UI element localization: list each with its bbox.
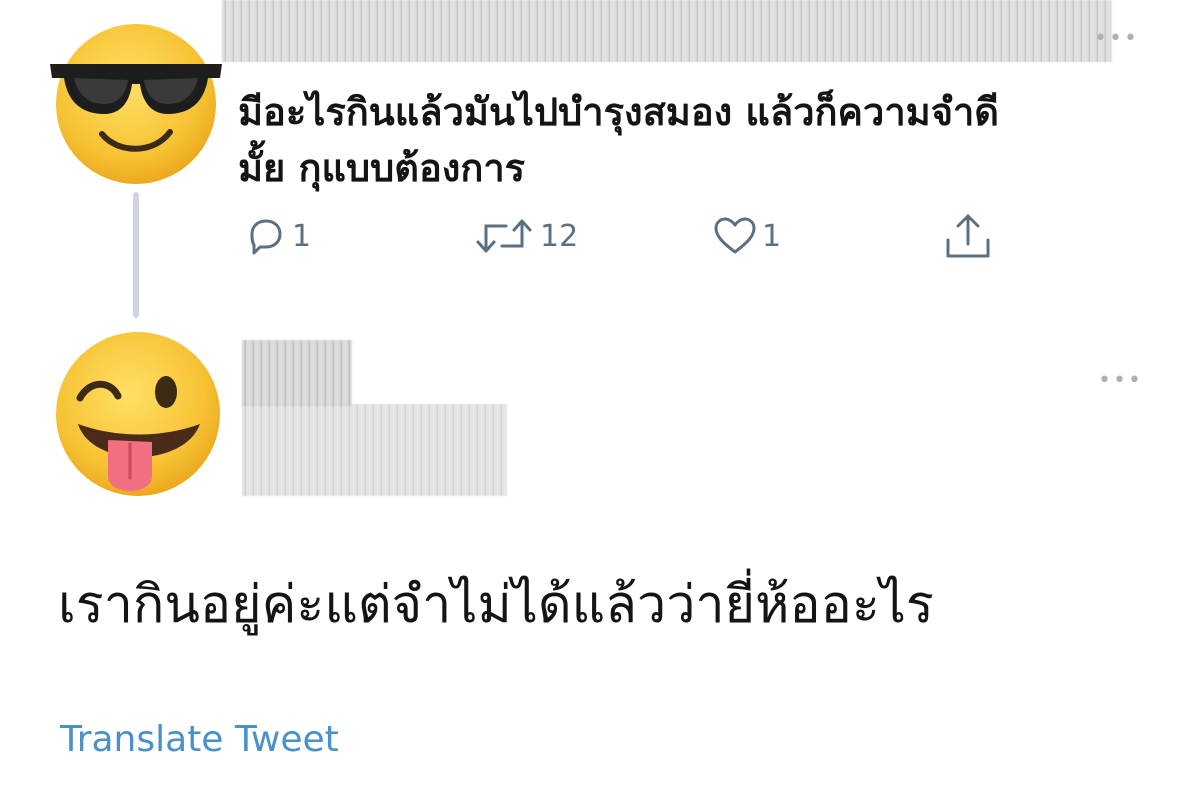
more-options-button[interactable]: ••• xyxy=(1098,370,1143,392)
tweet-text-line: มีอะไรกินแล้วมันไปบำรุงสมอง แล้วก็ความจำ… xyxy=(238,90,999,134)
reply-button[interactable]: 1 xyxy=(244,216,311,256)
translate-tweet-link[interactable]: Translate Tweet xyxy=(60,718,339,762)
redacted-username xyxy=(222,0,1112,62)
sunglasses-emoji-icon xyxy=(50,24,222,184)
ellipsis-icon: ••• xyxy=(1094,26,1139,51)
tweet-text: มีอะไรกินแล้วมันไปบำรุงสมอง แล้วก็ความจำ… xyxy=(238,84,1138,196)
retweet-button[interactable]: 12 xyxy=(472,216,578,256)
user-avatar-winking-emoji[interactable] xyxy=(52,328,224,500)
more-options-button[interactable]: ••• xyxy=(1094,28,1139,50)
winking-tongue-emoji-icon xyxy=(56,332,220,496)
share-icon xyxy=(946,214,990,258)
tweet-action-bar: 1 12 1 xyxy=(0,214,1200,266)
redacted-username xyxy=(242,340,352,406)
ellipsis-icon: ••• xyxy=(1098,368,1143,393)
reply-tweet-text: เรากินอยู่ค่ะแต่จำไม่ได้แล้วว่ายี่ห้ออะไ… xyxy=(58,575,934,635)
like-count: 1 xyxy=(762,218,782,254)
share-button[interactable] xyxy=(944,210,992,262)
reply-icon xyxy=(250,219,282,255)
retweet-count: 12 xyxy=(540,218,579,254)
like-button[interactable]: 1 xyxy=(712,216,781,256)
reply-count: 1 xyxy=(292,218,312,254)
heart-icon xyxy=(714,217,756,254)
tweet-text-line: มั้ย กุแบบต้องการ xyxy=(238,146,526,190)
retweet-icon xyxy=(476,219,532,253)
user-avatar-sunglasses-emoji[interactable] xyxy=(48,18,224,186)
redacted-handle xyxy=(242,404,507,496)
